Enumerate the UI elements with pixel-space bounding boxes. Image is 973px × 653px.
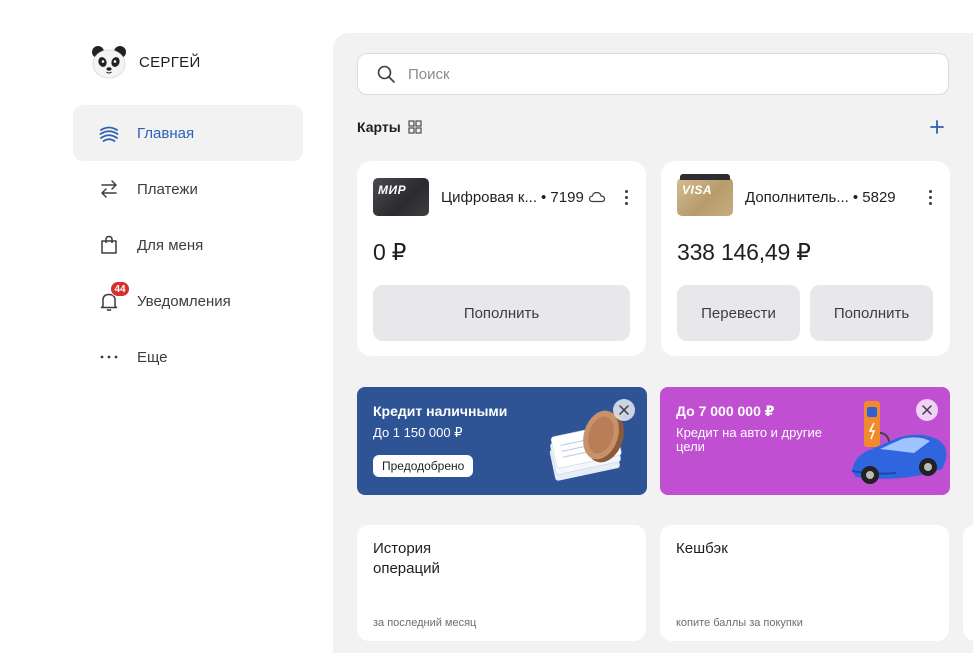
profile[interactable]: СЕРГЕЙ <box>91 44 201 80</box>
tile-title: История операций <box>373 540 440 577</box>
main-content: Карты МИР Цифровая к... • 7199 <box>333 33 973 653</box>
home-globe-icon <box>97 121 121 145</box>
preapproved-badge: Предодобрено <box>373 455 474 477</box>
card-menu-icon[interactable] <box>618 185 634 209</box>
card-balance: 338 146,49 ₽ <box>677 239 811 265</box>
sidebar-item-label: Уведомления <box>137 292 231 310</box>
promo-title: До 7 000 000 ₽ <box>676 403 775 419</box>
tile-title: Кешбэк <box>676 540 728 557</box>
promo-cash-loan[interactable]: Кредит наличными До 1 150 000 ₽ Предодоб… <box>357 387 647 495</box>
tile-subtitle: копите баллы за покупки <box>676 617 803 629</box>
promo-subtitle: Кредит на авто и другие цели <box>676 425 822 454</box>
top-up-button[interactable]: Пополнить <box>810 285 933 341</box>
card-logo: VISA <box>682 183 713 197</box>
operations-history-tile[interactable]: История операций за последний месяц <box>357 525 646 641</box>
plus-icon <box>930 119 944 139</box>
cloud-icon <box>588 190 606 204</box>
cashback-tile[interactable]: Кешбэк копите баллы за покупки <box>660 525 949 641</box>
search-input[interactable] <box>406 64 930 84</box>
add-card-button[interactable] <box>925 117 949 141</box>
transfer-button[interactable]: Перевести <box>677 285 800 341</box>
card-header: МИР Цифровая к... • 7199 <box>373 177 634 217</box>
card-balance: 0 ₽ <box>373 239 407 265</box>
sidebar-item-home[interactable]: Главная <box>73 105 303 161</box>
cards-header: Карты <box>357 119 422 135</box>
promo-title: Кредит наличными <box>373 403 508 419</box>
close-icon[interactable] <box>916 399 938 421</box>
sidebar-item-label: Еще <box>137 348 168 366</box>
card-logo: МИР <box>378 183 407 197</box>
sidebar-nav: Главная Платежи Для меня 44 Уведомления … <box>73 105 303 385</box>
sidebar-item-notifications[interactable]: 44 Уведомления <box>73 273 303 329</box>
card-name: Дополнитель... <box>745 188 849 206</box>
grid-view-icon[interactable] <box>408 120 422 134</box>
shopping-bag-icon <box>97 233 121 257</box>
card-name: Цифровая к... <box>441 188 537 206</box>
sidebar-item-for-me[interactable]: Для меня <box>73 217 303 273</box>
profile-name[interactable]: СЕРГЕЙ <box>139 54 201 71</box>
notification-badge: 44 <box>110 281 130 297</box>
search-bar[interactable] <box>357 53 949 95</box>
partial-tile[interactable] <box>963 525 973 641</box>
card-mir[interactable]: МИР Цифровая к... • 7199 0 ₽ Пополнить <box>357 161 646 356</box>
card-header: VISA Дополнитель... • 5829 <box>677 174 938 217</box>
bell-icon: 44 <box>97 281 130 313</box>
sidebar-item-label: Для меня <box>137 236 204 254</box>
sidebar-item-label: Главная <box>137 124 195 142</box>
more-dots-icon <box>97 345 121 369</box>
sidebar-item-label: Платежи <box>137 180 198 198</box>
card-menu-icon[interactable] <box>922 185 938 209</box>
card-number: • 7199 <box>541 188 584 206</box>
promo-car-loan[interactable]: До 7 000 000 ₽ Кредит на авто и другие ц… <box>660 387 950 495</box>
promo-subtitle: До 1 150 000 ₽ <box>373 425 463 440</box>
sidebar: СЕРГЕЙ Главная Платежи Для меня 44 Уведо… <box>0 0 330 653</box>
card-visa[interactable]: VISA Дополнитель... • 5829 338 146,49 ₽ … <box>661 161 950 356</box>
mir-card-thumbnail: МИР <box>373 178 429 216</box>
transfer-arrows-icon <box>97 177 121 201</box>
top-up-button[interactable]: Пополнить <box>373 285 630 341</box>
cards-section-title: Карты <box>357 119 401 135</box>
tile-subtitle: за последний месяц <box>373 617 477 629</box>
search-icon <box>376 64 396 84</box>
close-icon[interactable] <box>613 399 635 421</box>
panda-avatar[interactable] <box>91 44 127 80</box>
sidebar-item-more[interactable]: Еще <box>73 329 303 385</box>
visa-card-thumbnail: VISA <box>677 174 733 216</box>
card-number: • 5829 <box>852 188 896 206</box>
sidebar-item-payments[interactable]: Платежи <box>73 161 303 217</box>
